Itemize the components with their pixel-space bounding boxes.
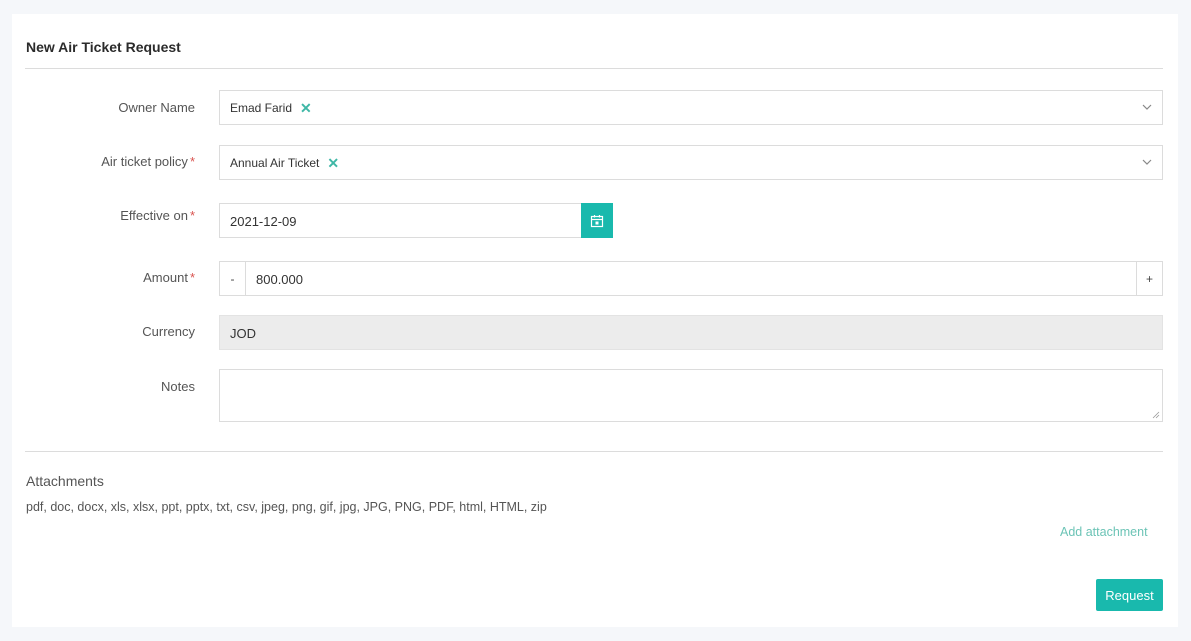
effective-on-label: Effective on * xyxy=(120,208,195,223)
amount-input[interactable]: 800.000 xyxy=(256,272,303,287)
policy-select[interactable]: Annual Air Ticket ✕ xyxy=(219,145,1163,180)
divider xyxy=(25,68,1163,69)
effective-on-value: 2021-12-09 xyxy=(230,214,297,229)
owner-name-label: Owner Name xyxy=(118,100,195,115)
form-card: New Air Ticket Request Owner Name Emad F… xyxy=(12,14,1178,627)
policy-label: Air ticket policy * xyxy=(101,154,195,169)
increment-button[interactable]: + xyxy=(1136,262,1162,295)
calendar-button[interactable] xyxy=(581,203,613,238)
amount-label: Amount * xyxy=(143,270,195,285)
chevron-down-icon xyxy=(1142,159,1152,165)
calendar-icon xyxy=(590,214,604,227)
request-button[interactable]: Request xyxy=(1096,579,1163,611)
chevron-down-icon xyxy=(1142,104,1152,110)
amount-stepper: - 800.000 + xyxy=(219,261,1163,296)
allowed-file-types: pdf, doc, docx, xls, xlsx, ppt, pptx, tx… xyxy=(26,500,547,514)
policy-tag: Annual Air Ticket ✕ xyxy=(230,156,339,170)
close-icon[interactable]: ✕ xyxy=(327,156,339,170)
owner-name-tag: Emad Farid ✕ xyxy=(230,101,312,115)
resize-handle-icon[interactable] xyxy=(1152,411,1160,419)
currency-label: Currency xyxy=(142,324,195,339)
attachments-title: Attachments xyxy=(26,473,104,489)
currency-field: JOD xyxy=(219,315,1163,350)
currency-value: JOD xyxy=(230,326,256,341)
notes-textarea[interactable] xyxy=(219,369,1163,422)
page-title: New Air Ticket Request xyxy=(26,39,181,55)
divider xyxy=(25,451,1163,452)
effective-on-input[interactable]: 2021-12-09 xyxy=(219,203,582,238)
owner-name-value: Emad Farid xyxy=(230,101,293,115)
decrement-button[interactable]: - xyxy=(220,262,246,295)
close-icon[interactable]: ✕ xyxy=(300,101,312,115)
add-attachment-link[interactable]: Add attachment xyxy=(1060,525,1148,539)
notes-label: Notes xyxy=(161,379,195,394)
owner-name-select[interactable]: Emad Farid ✕ xyxy=(219,90,1163,125)
policy-value: Annual Air Ticket xyxy=(230,156,320,170)
